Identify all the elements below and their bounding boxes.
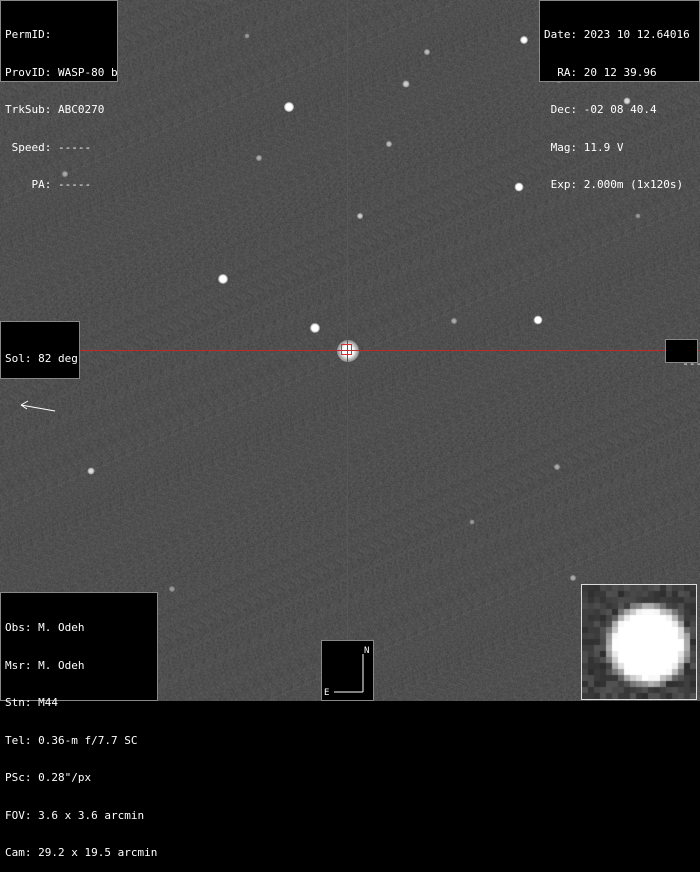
star: [635, 213, 641, 219]
object-info-panel: PermID: ProvID: WASP-80 b TrkSub: ABC027…: [0, 0, 118, 191]
speed-label: Speed: -----: [5, 140, 92, 154]
observation-info-panel: Date: 2023 10 12.64016 RA: 20 12 39.96 D…: [539, 0, 700, 191]
star: [533, 315, 543, 325]
provid-label: ProvID: WASP-80 b: [5, 65, 118, 79]
compass-north-label: N: [364, 646, 369, 656]
dec-label: Dec: -02 08 40.4: [544, 103, 657, 116]
telescope-label: Tel: 0.36-m f/7.7 SC: [5, 733, 138, 747]
motion-marker-label: ---: [682, 356, 700, 370]
compass-arrows-icon: N E: [324, 646, 369, 698]
motion-marker-panel: ---: [665, 339, 700, 369]
station-label: Stn: M44: [5, 696, 58, 709]
star: [310, 323, 320, 333]
star: [469, 519, 475, 525]
arrow-left-icon: [20, 400, 56, 411]
observer-label: Obs: M. Odeh: [5, 621, 85, 634]
star: [514, 182, 524, 192]
solar-elongation-panel: Sol: 82 deg: [0, 321, 80, 411]
measurer-label: Msr: M. Odeh: [5, 658, 85, 672]
mag-label: Mag: 11.9 V: [544, 140, 624, 154]
star: [386, 141, 392, 147]
star: [256, 155, 262, 161]
pixel-scale-label: PSc: 0.28"/px: [5, 771, 92, 784]
star: [244, 33, 250, 39]
star: [218, 274, 228, 284]
ra-label: RA: 20 12 39.96: [544, 65, 657, 79]
pa-label: PA: -----: [5, 178, 92, 191]
date-label: Date: 2023 10 12.64016: [544, 28, 690, 41]
compass-east-label: E: [324, 688, 329, 698]
star: [87, 467, 95, 475]
star: [402, 80, 410, 88]
solar-elongation-label: Sol: 82 deg: [5, 352, 78, 365]
star: [169, 586, 175, 592]
permid-label: PermID:: [5, 28, 52, 41]
target-zoom-thumbnail: [581, 584, 697, 700]
star: [424, 49, 430, 55]
trksub-label: TrkSub: ABC0270: [5, 103, 105, 116]
star: [284, 102, 294, 112]
camera-label: Cam: 29.2 x 19.5 arcmin: [5, 846, 158, 859]
star: [554, 464, 560, 470]
fov-label: FOV: 3.6 x 3.6 arcmin: [5, 808, 145, 822]
star: [520, 36, 528, 44]
star: [570, 575, 576, 581]
target-zoom-image: [582, 585, 696, 699]
star: [451, 318, 457, 324]
target-reticle: [341, 344, 352, 355]
compass-rose: N E: [321, 640, 374, 701]
star: [357, 213, 363, 219]
exposure-label: Exp: 2.000m (1x120s): [544, 178, 684, 191]
station-info-panel: Obs: M. Odeh Msr: M. Odeh Stn: M44 Tel: …: [0, 592, 158, 859]
